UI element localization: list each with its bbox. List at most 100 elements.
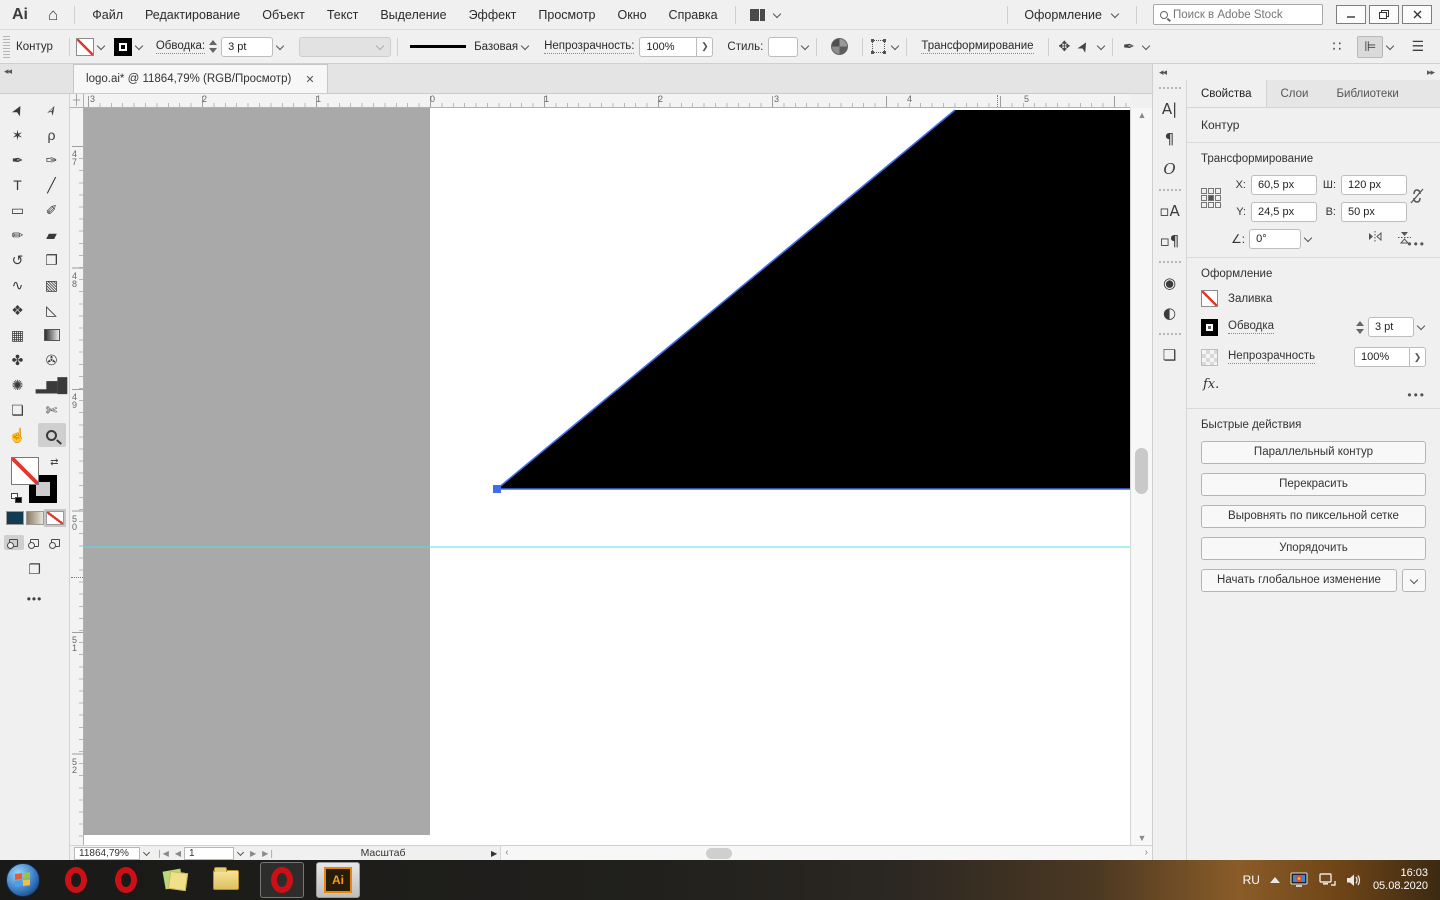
hand-tool[interactable]: ☝ [4, 423, 32, 447]
scale-tool[interactable]: ❐ [38, 248, 66, 272]
close-button[interactable] [1402, 5, 1432, 24]
paragraph-styles-panel-icon[interactable]: ▫¶ [1156, 226, 1184, 256]
edit-toolbar-icon[interactable]: ••• [0, 592, 69, 606]
document-tab[interactable]: logo.ai* @ 11864,79% (RGB/Просмотр) ✕ [73, 64, 327, 93]
home-icon[interactable]: ⌂ [38, 5, 68, 25]
select-similar-icon[interactable]: ➤ [1072, 34, 1096, 59]
artboard-number-field[interactable]: 1 [184, 847, 234, 860]
none-button[interactable] [46, 511, 64, 525]
stroke-label[interactable]: Обводка [1228, 320, 1274, 334]
character-panel-icon[interactable]: A| [1156, 94, 1184, 124]
adobe-stock-search[interactable] [1153, 4, 1323, 25]
blend-tool[interactable]: ✇ [38, 348, 66, 372]
scroll-down-icon[interactable]: ▼ [1131, 833, 1153, 843]
arrange-documents-button[interactable] [742, 9, 790, 21]
tab-библиотеки[interactable]: Библиотеки [1322, 80, 1412, 107]
collapse-dock-right-icon[interactable]: ▸▸ [1427, 67, 1434, 78]
magic-wand-tool[interactable]: ✶ [4, 123, 32, 147]
network-icon[interactable] [1318, 872, 1336, 888]
opacity-options-button[interactable]: ❯ [1410, 347, 1426, 367]
show-hidden-icons-icon[interactable] [1270, 877, 1280, 883]
bounding-box-icon[interactable] [872, 40, 885, 53]
prev-artboard-icon[interactable]: ◀ [172, 849, 184, 858]
mesh-tool[interactable]: ▦ [4, 323, 32, 347]
status-display[interactable]: Масштаб [278, 847, 488, 859]
global-edit-options-button[interactable] [1402, 569, 1426, 592]
panel-dock-icon[interactable]: ⊫ [1357, 36, 1383, 58]
eraser-tool[interactable]: ▰ [38, 223, 66, 247]
style-dropdown[interactable] [768, 37, 798, 57]
menu-текст[interactable]: Текст [316, 0, 369, 30]
character-styles-panel-icon[interactable]: ▫A [1156, 196, 1184, 226]
y-field[interactable]: 24,5 px [1251, 202, 1317, 222]
recolor-artwork-icon[interactable] [831, 38, 848, 55]
artwork-canvas[interactable] [84, 108, 1130, 845]
menu-выделение[interactable]: Выделение [369, 0, 457, 30]
menu-редактирование[interactable]: Редактирование [134, 0, 251, 30]
horizontal-scrollbar[interactable]: ‹ › [500, 846, 1152, 860]
menu-объект[interactable]: Объект [251, 0, 316, 30]
x-field[interactable]: 60,5 px [1251, 175, 1317, 195]
more-options-icon[interactable]: ••• [1407, 388, 1426, 402]
height-field[interactable]: 50 px [1341, 202, 1407, 222]
screen-mode-icon[interactable]: ❐ [0, 562, 69, 578]
line-segment-tool[interactable]: ╱ [38, 173, 66, 197]
selected-shape[interactable] [497, 110, 1130, 489]
quick-action-button[interactable]: Параллельный контур [1201, 441, 1426, 464]
collapse-dock-left-icon[interactable]: ◂◂ [1159, 67, 1166, 78]
next-artboard-icon[interactable]: ▶ [247, 849, 259, 858]
start-button[interactable] [6, 863, 40, 897]
search-input[interactable] [1173, 9, 1303, 21]
column-graph-tool[interactable]: ▂▆█ [38, 373, 66, 397]
gradient-button[interactable] [26, 511, 44, 525]
reference-point-locator[interactable] [1201, 188, 1223, 210]
scroll-left-icon[interactable]: ‹ [505, 846, 508, 859]
horizontal-ruler[interactable]: 321012345 [84, 94, 1130, 108]
quick-action-button[interactable]: Перекрасить [1201, 473, 1426, 496]
taskbar-opera[interactable] [104, 862, 148, 898]
fill-color-swatch[interactable] [76, 38, 94, 56]
opacity-field[interactable]: 100% [639, 37, 697, 57]
transparency-panel-icon[interactable]: ◐ [1156, 298, 1184, 328]
zoom-level-field[interactable]: 11864,79% [74, 847, 140, 860]
slice-tool[interactable]: ✄ [38, 398, 66, 422]
taskbar-explorer[interactable] [204, 862, 248, 898]
opacity-label[interactable]: Непрозрачность [1228, 350, 1315, 364]
type-tool[interactable]: T [4, 173, 32, 197]
curvature-tool[interactable]: ✑ [38, 148, 66, 172]
pathfinder-panel-icon[interactable]: ❏ [1156, 340, 1184, 370]
lasso-tool[interactable]: ρ [38, 123, 66, 147]
width-tool[interactable]: ∿ [4, 273, 32, 297]
taskbar-illustrator[interactable]: Ai [316, 862, 360, 898]
vertical-scroll-thumb[interactable] [1135, 448, 1148, 494]
document-arrangement-icon[interactable]: ∷ [1326, 37, 1347, 57]
quick-action-button[interactable]: Упорядочить [1201, 537, 1426, 560]
constrain-proportions-icon[interactable] [1409, 187, 1425, 210]
volume-icon[interactable] [1346, 873, 1363, 888]
menu-окно[interactable]: Окно [607, 0, 658, 30]
menu-list-icon[interactable]: ☰ [1405, 37, 1430, 57]
menu-файл[interactable]: Файл [81, 0, 134, 30]
collapse-left-icon[interactable]: ◂◂ [0, 66, 15, 93]
default-fill-stroke-icon[interactable] [11, 493, 23, 503]
direct-selection-tool[interactable]: ➢ [38, 98, 66, 122]
rectangle-tool[interactable]: ▭ [4, 198, 32, 222]
vertical-scrollbar[interactable]: ▲ ▼ [1130, 108, 1152, 845]
ruler-origin-icon[interactable]: ┼ [70, 94, 84, 108]
gradient-tool[interactable] [38, 323, 66, 347]
status-flyout-icon[interactable]: ▶ [488, 849, 500, 858]
swap-fill-stroke-icon[interactable]: ⇄ [50, 457, 58, 468]
paragraph-panel-icon[interactable]: ¶ [1156, 124, 1184, 154]
stroke-weight-stepper[interactable] [1356, 321, 1364, 334]
opacity-label[interactable]: Непрозрачность: [544, 40, 634, 54]
flip-horizontal-icon[interactable] [1367, 230, 1383, 249]
align-objects-icon[interactable]: ✥ [1055, 39, 1075, 55]
stroke-swatch[interactable] [1201, 319, 1218, 336]
artboard-tool[interactable]: ❏ [4, 398, 32, 422]
scroll-up-icon[interactable]: ▲ [1131, 110, 1153, 120]
stroke-weight-field[interactable]: 3 pt [1368, 317, 1414, 337]
quick-action-button[interactable]: Выровнять по пиксельной сетке [1201, 505, 1426, 528]
opacity-options-button[interactable]: ❯ [697, 37, 713, 57]
tab-слои[interactable]: Слои [1267, 80, 1323, 107]
scroll-right-icon[interactable]: › [1145, 846, 1148, 859]
